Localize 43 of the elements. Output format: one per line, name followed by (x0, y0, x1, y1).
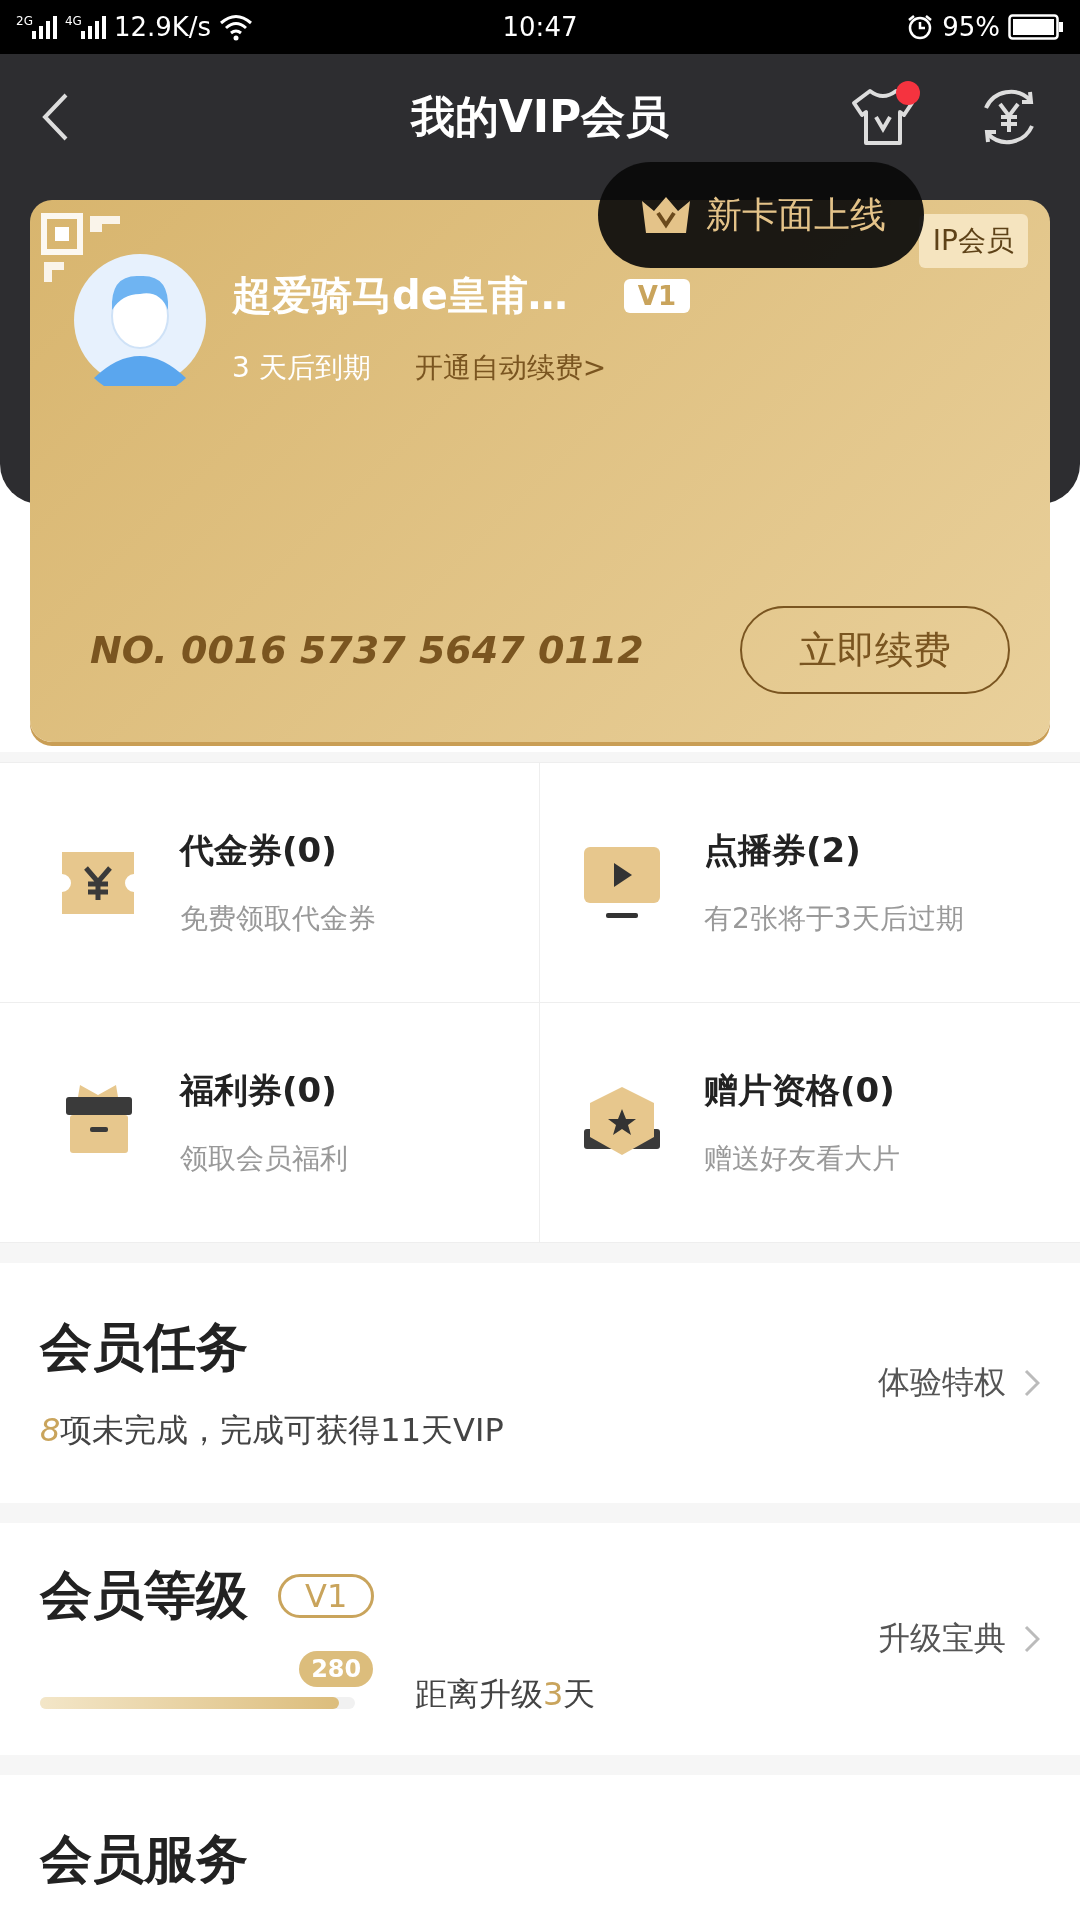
coupon-item[interactable]: 赠片资格(0) 赠送好友看大片 (540, 1003, 1080, 1243)
coupon-title: 赠片资格(0) (704, 1068, 896, 1112)
coupon-subtitle: 免费领取代金券 (180, 900, 376, 937)
network-speed: 12.9K/s (113, 12, 212, 42)
coupon-subtitle: 有2张将于3天后过期 (704, 900, 964, 937)
coupon-subtitle: 领取会员福利 (180, 1140, 348, 1177)
coupon-title: 代金券(0) (180, 828, 338, 872)
section-title: 会员等级 (40, 1564, 248, 1627)
signal-icon (79, 14, 106, 40)
wifi-icon (219, 13, 254, 41)
card-badge: IP会员 (918, 214, 1028, 268)
task-summary: 8项未完成，完成可获得11天VIP (40, 1410, 504, 1451)
upgrade-countdown: 距离升级3天 (415, 1674, 596, 1715)
shirt-icon[interactable] (850, 87, 916, 147)
member-name: 超爱骑马de皇甫… (232, 271, 568, 320)
card-number: NO. 0016 5737 5647 0112 (89, 628, 644, 672)
points-chip: 280 (299, 1651, 374, 1687)
battery-icon (1008, 14, 1064, 40)
chevron-right-icon (1024, 1625, 1040, 1653)
coupon-title: 点播券(2) (704, 828, 862, 872)
chevron-right-icon (1024, 1369, 1040, 1397)
coupon-item[interactable]: 福利券(0) 领取会员福利 (0, 1003, 540, 1243)
battery-percent: 95% (942, 12, 1000, 42)
coupon-item[interactable]: 点播券(2) 有2张将于3天后过期 (540, 763, 1080, 1003)
network-label: 4G (64, 14, 82, 28)
clock-time: 10:47 (502, 12, 578, 42)
renew-button[interactable]: 立即续费 (740, 606, 1010, 694)
expiry-text: 3 天后到期 (232, 350, 371, 386)
coupon-title: 福利券(0) (180, 1068, 338, 1112)
new-card-tooltip[interactable]: 新卡面上线 (598, 162, 924, 268)
level-badge: V1 (278, 1574, 375, 1618)
section-title: 会员任务 (40, 1316, 249, 1379)
level-badge: V1 (623, 278, 690, 313)
privilege-link[interactable]: 体验特权 (878, 1361, 1040, 1405)
page-title: 我的VIP会员 (410, 89, 670, 144)
signal-icon (30, 14, 57, 40)
auto-renew-link[interactable]: 开通自动续费> (414, 349, 607, 387)
coupon-item[interactable]: 代金券(0) 免费领取代金券 (0, 763, 540, 1003)
coupon-subtitle: 赠送好友看大片 (704, 1140, 900, 1177)
section-title: 会员服务 (40, 1828, 248, 1891)
back-icon[interactable] (40, 92, 70, 142)
upgrade-guide-link[interactable]: 升级宝典 (878, 1617, 1040, 1661)
network-label: 2G (16, 14, 33, 28)
